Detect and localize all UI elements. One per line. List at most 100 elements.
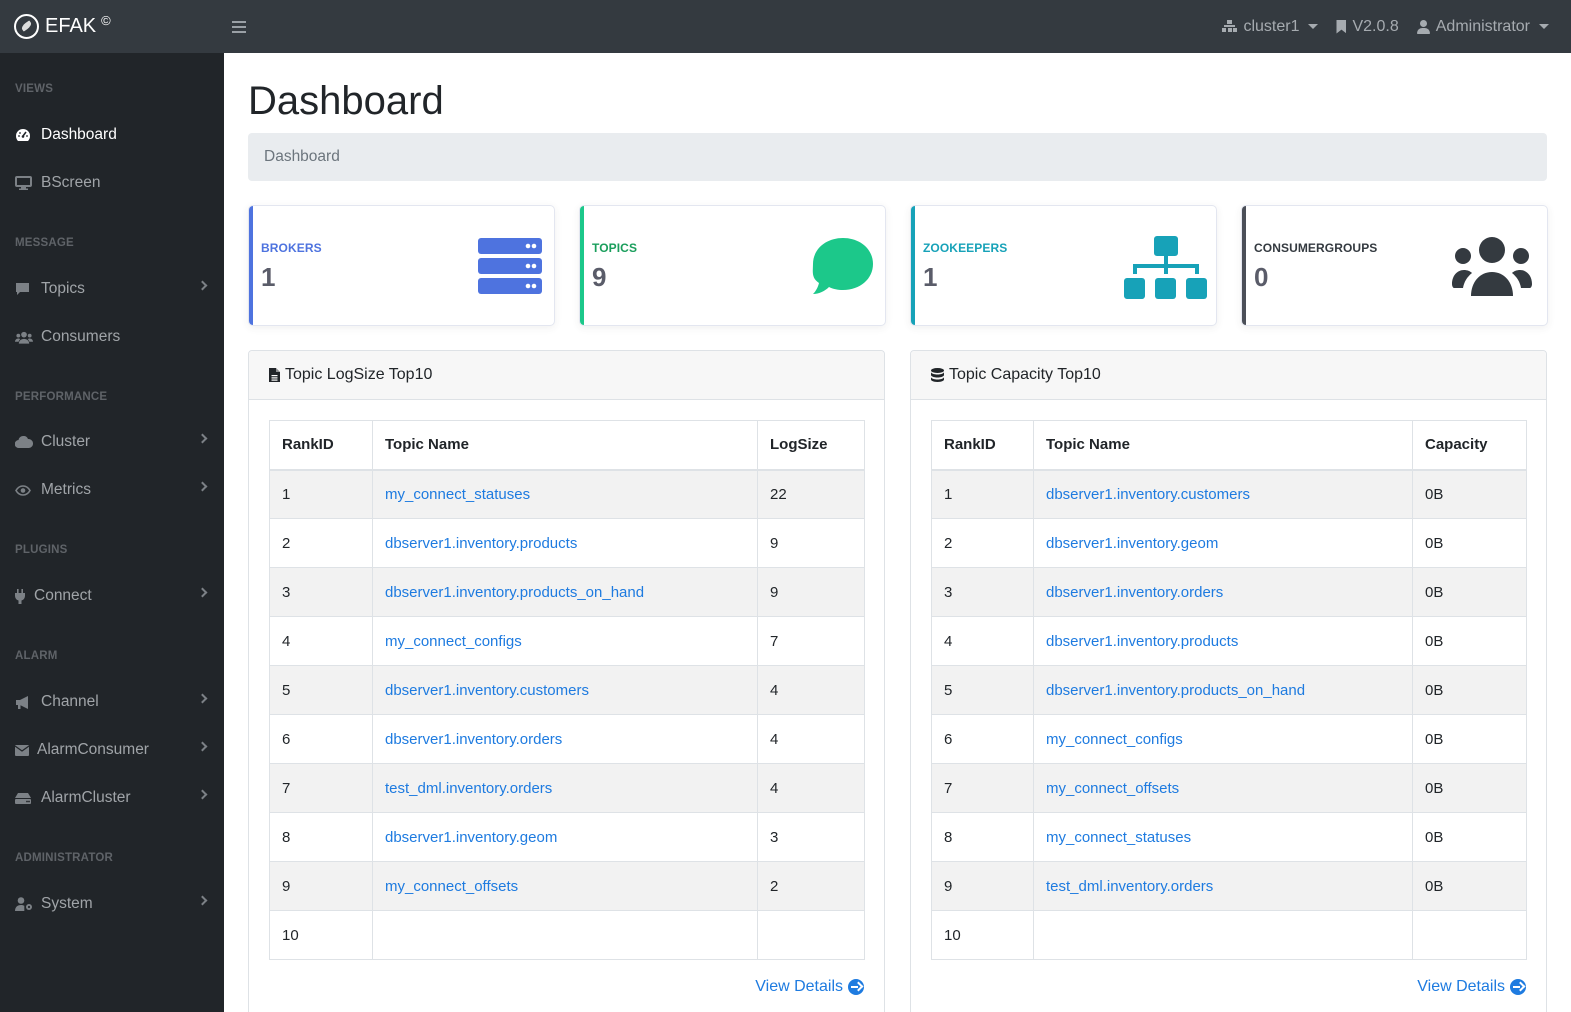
table-row: 6 my_connect_configs 0B — [931, 714, 1527, 764]
brand[interactable]: EFAK © — [0, 0, 224, 53]
topic-link[interactable]: dbserver1.inventory.products_on_hand — [385, 584, 644, 601]
rank-cell: 8 — [269, 812, 373, 862]
table-row: 4 dbserver1.inventory.products 0B — [931, 616, 1527, 666]
column-header[interactable]: Topic Name — [372, 420, 758, 471]
topic-link[interactable]: test_dml.inventory.orders — [385, 780, 552, 797]
zookeepers-card[interactable]: ZOOKEEPERS 1 — [910, 205, 1217, 326]
sidebar-item-topics[interactable]: Topics — [0, 269, 224, 309]
sidebar-item-connect[interactable]: Connect — [0, 576, 224, 616]
topic-link[interactable]: my_connect_offsets — [385, 878, 518, 895]
sidebar-item-metrics[interactable]: Metrics — [0, 470, 224, 510]
logsize-view-details-link[interactable]: View Details — [755, 978, 864, 996]
stat-label: TOPICS — [592, 241, 638, 255]
card-accent-bar — [911, 206, 915, 325]
navbar-right: cluster1 V2.0.8 Administrator — [1222, 18, 1571, 36]
rank-cell: 9 — [269, 861, 373, 911]
breadcrumb-item: Dashboard — [264, 148, 340, 165]
rank-cell: 5 — [269, 665, 373, 715]
sidebar-item-cluster[interactable]: Cluster — [0, 422, 224, 462]
top-navbar: EFAK © cluster1 V2.0.8 Administrator — [0, 0, 1571, 53]
sidebar-item-consumers[interactable]: Consumers — [0, 317, 224, 357]
topic-link[interactable]: dbserver1.inventory.geom — [385, 829, 557, 846]
topic-name-cell: dbserver1.inventory.products — [372, 518, 758, 568]
capacity-view-details-link[interactable]: View Details — [1417, 978, 1526, 996]
rank-cell: 6 — [931, 714, 1034, 764]
card-accent-bar — [249, 206, 253, 325]
sidebar-toggle-button[interactable] — [232, 20, 246, 33]
table-row: 7 test_dml.inventory.orders 4 — [269, 763, 865, 813]
topic-link[interactable]: my_connect_configs — [1046, 731, 1183, 748]
column-header[interactable]: Topic Name — [1033, 420, 1413, 471]
stat-value: 9 — [592, 262, 607, 292]
view-details-label: View Details — [755, 978, 843, 995]
sidebar-heading-message: MESSAGE — [15, 237, 74, 249]
value-cell: 0B — [1412, 518, 1527, 568]
arrow-circle-right-icon — [848, 979, 864, 995]
topic-link[interactable]: dbserver1.inventory.customers — [385, 682, 589, 699]
sidebar-item-bscreen[interactable]: BScreen — [0, 163, 224, 203]
topic-link[interactable]: my_connect_offsets — [1046, 780, 1179, 797]
version-label: V2.0.8 — [1352, 17, 1399, 35]
table-header-row: RankID Topic Name Capacity — [931, 420, 1527, 471]
tachometer-icon — [15, 127, 33, 143]
column-header[interactable]: RankID — [269, 420, 373, 471]
stat-value: 1 — [923, 262, 938, 292]
table-row: 5 dbserver1.inventory.products_on_hand 0B — [931, 665, 1527, 715]
hdd-icon — [15, 790, 33, 806]
stat-value: 0 — [1254, 262, 1269, 292]
user-name: Administrator — [1435, 17, 1530, 35]
table-row: 8 my_connect_statuses 0B — [931, 812, 1527, 862]
version-link[interactable]: V2.0.8 — [1336, 17, 1399, 36]
sidebar-item-alarmconsumer[interactable]: AlarmConsumer — [0, 730, 224, 770]
stat-label: CONSUMERGROUPS — [1254, 241, 1378, 255]
sidebar-item-label: AlarmConsumer — [37, 741, 149, 758]
value-cell: 3 — [757, 812, 865, 862]
topic-link[interactable]: dbserver1.inventory.customers — [1046, 486, 1250, 503]
sidebar-item-label: System — [41, 895, 93, 912]
sidebar-item-dashboard[interactable]: Dashboard — [0, 115, 224, 155]
value-cell: 0B — [1412, 469, 1527, 519]
rank-cell: 7 — [269, 763, 373, 813]
consumergroups-card[interactable]: CONSUMERGROUPS 0 — [1241, 205, 1548, 326]
topic-link[interactable]: dbserver1.inventory.orders — [1046, 584, 1223, 601]
rank-cell: 10 — [931, 910, 1034, 960]
rank-cell: 1 — [931, 469, 1034, 519]
column-header[interactable]: Capacity — [1412, 420, 1527, 471]
value-cell: 4 — [757, 714, 865, 764]
topic-link[interactable]: dbserver1.inventory.geom — [1046, 535, 1218, 552]
topic-link[interactable]: dbserver1.inventory.products — [1046, 633, 1238, 650]
capacity-table: RankID Topic Name Capacity 1 dbserver1.in… — [931, 420, 1527, 960]
topic-link[interactable]: test_dml.inventory.orders — [1046, 878, 1213, 895]
topics-card[interactable]: TOPICS 9 — [579, 205, 886, 326]
topic-link[interactable]: my_connect_configs — [385, 633, 522, 650]
topic-name-cell: dbserver1.inventory.geom — [1033, 518, 1413, 568]
topic-link[interactable]: dbserver1.inventory.orders — [385, 731, 562, 748]
column-header[interactable]: LogSize — [757, 420, 865, 471]
brokers-card[interactable]: BROKERS 1 — [248, 205, 555, 326]
sidebar-item-channel[interactable]: Channel — [0, 682, 224, 722]
cluster-dropdown[interactable]: cluster1 — [1222, 18, 1319, 36]
topic-name-cell: dbserver1.inventory.products_on_hand — [1033, 665, 1413, 715]
topic-link[interactable]: dbserver1.inventory.products — [385, 535, 577, 552]
caret-down-icon — [1308, 24, 1319, 29]
user-dropdown[interactable]: Administrator — [1416, 17, 1549, 36]
topic-link[interactable]: my_connect_statuses — [385, 486, 530, 503]
copyright-mark: © — [101, 13, 111, 28]
value-cell — [1412, 910, 1527, 960]
sidebar-item-alarmcluster[interactable]: AlarmCluster — [0, 778, 224, 818]
stat-label: BROKERS — [261, 241, 322, 255]
arrow-circle-right-icon — [1510, 979, 1526, 995]
value-cell: 0B — [1412, 567, 1527, 617]
table-row: 1 dbserver1.inventory.customers 0B — [931, 469, 1527, 519]
value-cell: 9 — [757, 567, 865, 617]
column-header[interactable]: RankID — [931, 420, 1034, 471]
table-row: 10 — [931, 910, 1527, 960]
rank-cell: 2 — [269, 518, 373, 568]
topic-link[interactable]: my_connect_statuses — [1046, 829, 1191, 846]
sidebar-item-system[interactable]: System — [0, 884, 224, 924]
topic-link[interactable]: dbserver1.inventory.products_on_hand — [1046, 682, 1305, 699]
user-cog-icon — [15, 896, 33, 912]
efak-logo-icon — [14, 14, 39, 39]
capacity-panel: Topic Capacity Top10 RankID Topic Name C… — [910, 350, 1547, 1012]
sidebar-heading-plugins: PLUGINS — [15, 544, 68, 556]
